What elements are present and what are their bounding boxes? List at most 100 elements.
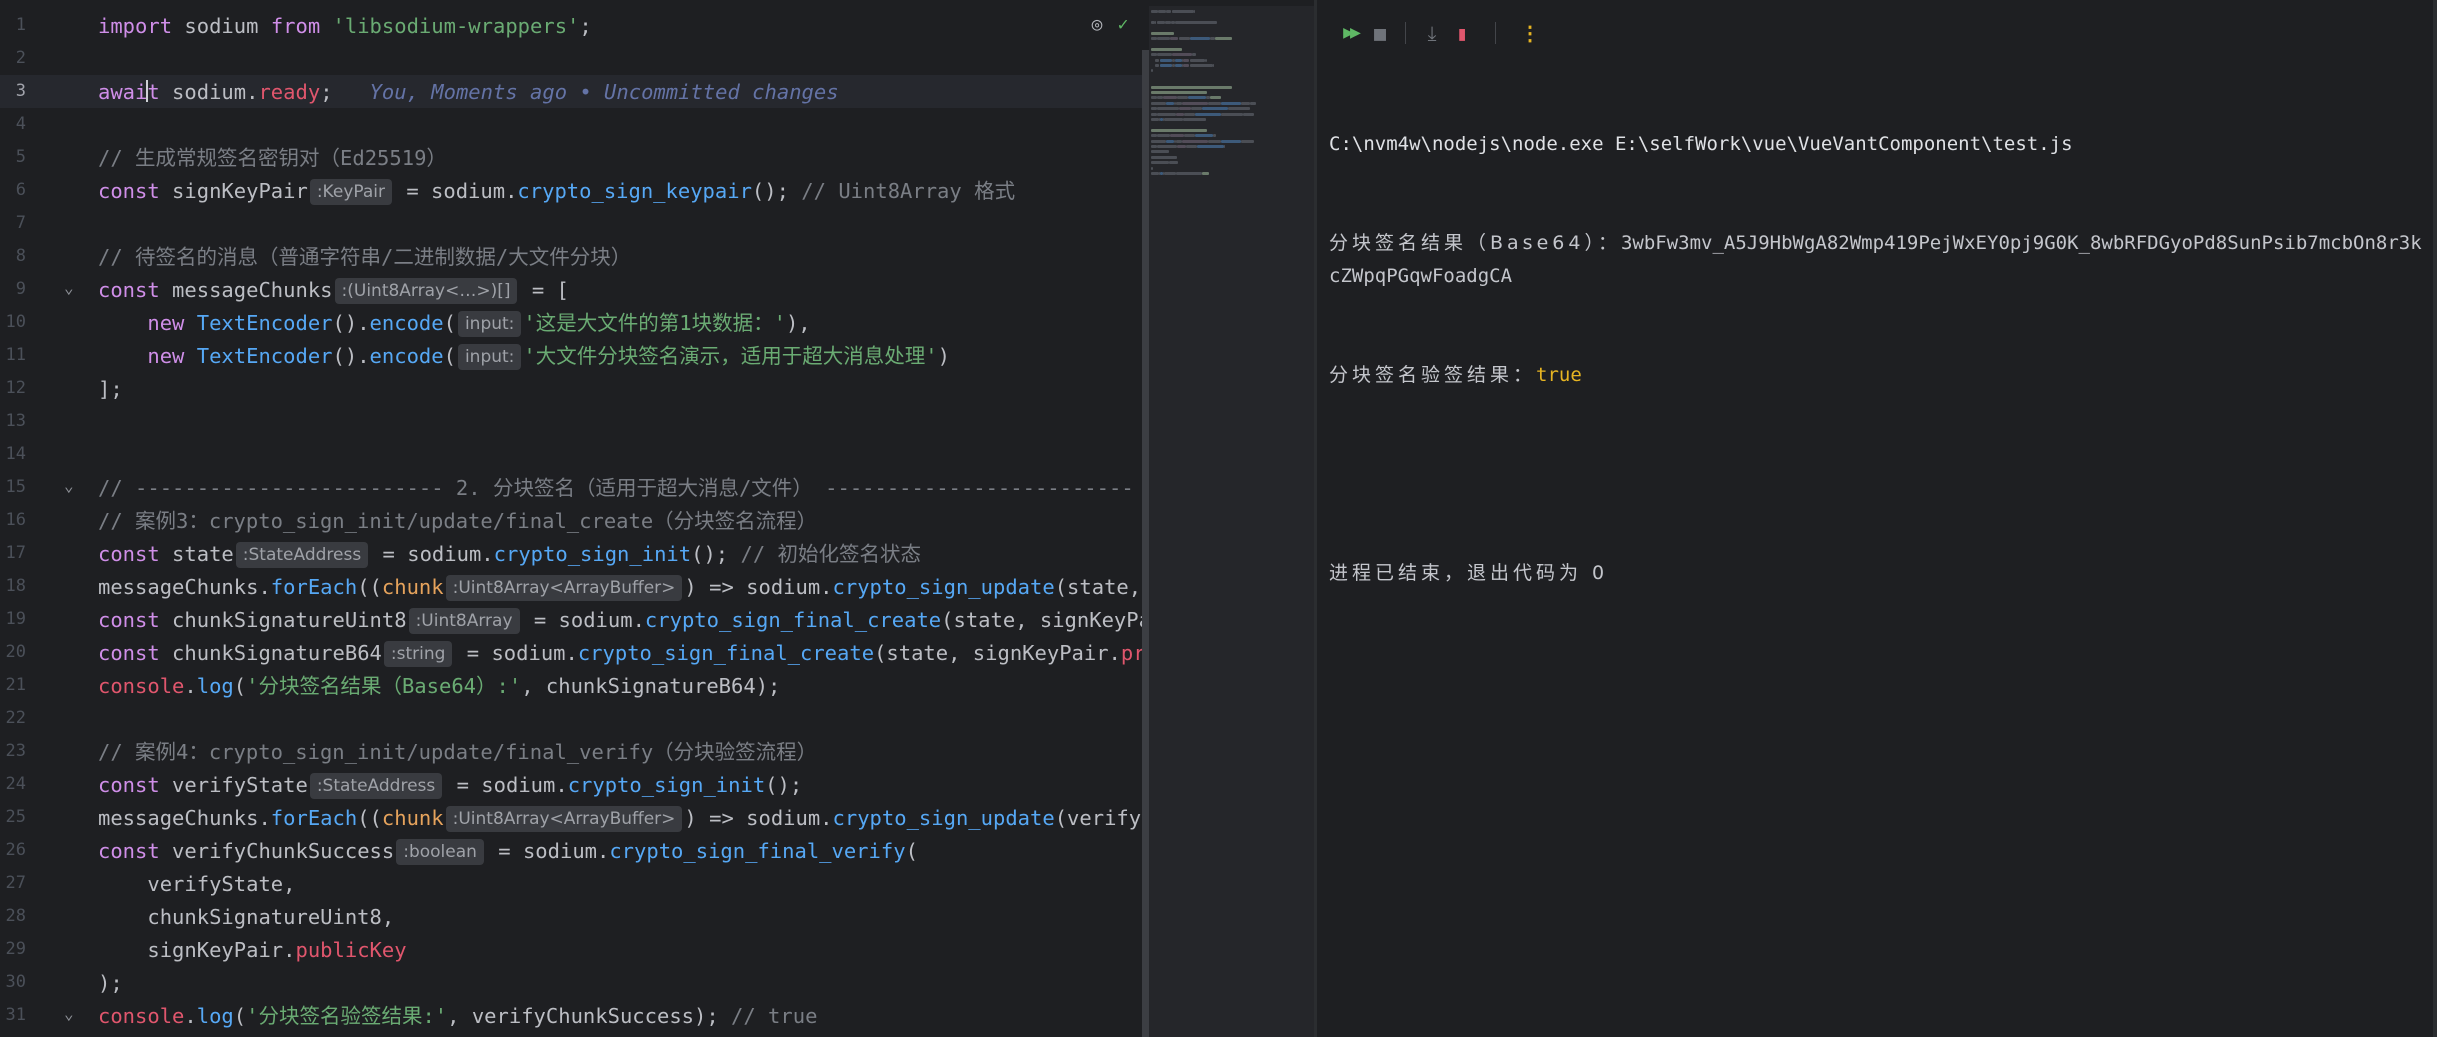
code-text[interactable]: // 案例4：crypto_sign_init/update/final_ver… <box>98 740 817 764</box>
code-line[interactable]: 19 const chunkSignatureUint8:Uint8Array =… <box>0 603 1188 636</box>
minimap-line <box>1243 112 1255 116</box>
code-token: t <box>147 80 160 104</box>
code-token: log <box>196 1004 234 1028</box>
minimap-line <box>1151 85 1233 89</box>
eye-slash-icon[interactable]: ◎ <box>1084 14 1110 35</box>
code-line[interactable]: 5 // 生成常规签名密钥对（Ed25519） <box>0 141 1146 174</box>
code-editor[interactable]: 1 import sodium from 'libsodium-wrappers'… <box>0 0 1314 1037</box>
line-number: 21 <box>5 675 26 695</box>
minimap-line <box>1190 107 1202 111</box>
line-number: 31 <box>5 1005 26 1025</box>
code-line[interactable]: 3 await sodium.ready; You, Moments ago • … <box>0 75 1146 108</box>
code-line[interactable]: 21 console.log('分块签名结果（Base64）:', chunkSi… <box>0 669 1146 702</box>
code-line[interactable]: 9 ⌄ const messageChunks:(Uint8Array<…>)[] … <box>0 273 1146 306</box>
minimap-line <box>1159 64 1172 67</box>
line-number: 16 <box>5 510 26 530</box>
code-text[interactable]: console.log('分块签名验签结果:', verifyChunkSucc… <box>98 1004 817 1028</box>
trash-icon[interactable]: ▮ <box>1447 18 1477 48</box>
code-token: // ------------------------- 2. 分块签名（适用于… <box>98 476 1134 500</box>
code-text[interactable]: // ------------------------- 2. 分块签名（适用于… <box>98 476 1134 500</box>
code-token: // true <box>731 1004 818 1028</box>
code-text[interactable]: new TextEncoder().encode(input: '这是大文件的第1… <box>98 311 811 337</box>
code-text[interactable]: const chunkSignatureB64:string = sodium.… <box>98 641 1244 667</box>
more-vertical-icon[interactable]: ⋮ <box>1515 18 1545 48</box>
fold-chevron-icon[interactable]: ⌄ <box>64 1004 74 1023</box>
code-text[interactable]: const chunkSignatureUint8:Uint8Array = s… <box>98 608 1188 634</box>
code-text[interactable]: const verifyState:StateAddress = sodium.… <box>98 773 802 799</box>
code-line[interactable]: 4 <box>0 108 1146 141</box>
stop-icon[interactable]: ■ <box>1365 18 1395 48</box>
inlay-hint: :string <box>383 641 453 667</box>
code-line[interactable]: 12]; <box>0 372 1146 405</box>
code-text[interactable]: await sodium.ready; You, Moments ago • U… <box>98 80 839 104</box>
code-line[interactable]: 30); <box>0 966 1146 999</box>
code-line[interactable]: 24 const verifyState:StateAddress = sodiu… <box>0 768 1146 801</box>
minimap-line <box>1175 64 1182 67</box>
code-token: ]; <box>98 377 123 401</box>
code-token: verifyState, <box>98 872 296 896</box>
code-line[interactable]: 16 // 案例3：crypto_sign_init/update/final_c… <box>0 504 1146 537</box>
code-line[interactable]: 27 verifyState, <box>0 867 1146 900</box>
scroll-to-end-icon[interactable]: ⤓ <box>1417 18 1447 48</box>
code-text[interactable]: messageChunks.forEach((chunk:Uint8Array<… <box>98 806 1203 832</box>
toolbar-separator <box>1495 22 1496 44</box>
code-token: = sodium. <box>394 179 518 203</box>
code-line[interactable]: 11 new TextEncoder().encode(input: '大文件分块… <box>0 339 1146 372</box>
line-number: 12 <box>5 378 26 398</box>
minimap-line <box>1151 91 1208 94</box>
code-line[interactable]: 23 // 案例4：crypto_sign_init/update/final_v… <box>0 735 1146 768</box>
code-line[interactable]: 13 <box>0 405 1146 438</box>
code-text[interactable]: chunkSignatureUint8, <box>98 905 394 929</box>
code-text[interactable]: verifyState, <box>98 872 295 896</box>
code-line[interactable]: 7 <box>0 207 1146 240</box>
code-line[interactable]: 29 signKeyPair.publicKey <box>0 933 1146 966</box>
code-text[interactable]: const messageChunks:(Uint8Array<…>)[] = … <box>98 278 569 304</box>
code-text[interactable]: // 生成常规签名密钥对（Ed25519） <box>98 146 447 170</box>
code-text[interactable]: // 待签名的消息（普通字符串/二进制数据/大文件分块） <box>98 245 631 269</box>
code-line[interactable]: 26 const verifyChunkSuccess:boolean = sod… <box>0 834 1146 867</box>
minimap-line <box>1221 101 1242 105</box>
code-line[interactable]: 2 <box>0 42 1146 75</box>
code-line[interactable]: 18 messageChunks.forEach((chunk:Uint8Arra… <box>0 570 1215 603</box>
minimap[interactable] <box>1149 6 1314 1037</box>
code-text[interactable]: signKeyPair.publicKey <box>98 938 406 962</box>
code-text[interactable]: const state:StateAddress = sodium.crypto… <box>98 542 921 568</box>
run-panel: ▶▶ ■ ⤓ ▮ ⋮ C:\nvm4w\nodejs\node.exe E:\s… <box>1317 0 2437 1037</box>
code-text[interactable]: import sodium from 'libsodium-wrappers'; <box>98 14 592 38</box>
code-line[interactable]: 15 ⌄ // ------------------------- 2. 分块签名（… <box>0 471 1146 504</box>
rerun-icon[interactable]: ▶▶ <box>1335 18 1365 48</box>
code-line[interactable]: 28 chunkSignatureUint8, <box>0 900 1146 933</box>
fold-chevron-icon[interactable]: ⌄ <box>64 476 74 495</box>
code-text[interactable]: const signKeyPair:KeyPair = sodium.crypt… <box>98 179 1015 205</box>
code-line[interactable]: 6 const signKeyPair:KeyPair = sodium.cryp… <box>0 174 1146 207</box>
code-line[interactable]: 22 <box>0 702 1146 735</box>
code-text[interactable]: ]; <box>98 377 123 401</box>
code-text[interactable]: messageChunks.forEach((chunk:Uint8Array<… <box>98 575 1215 601</box>
code-lines[interactable]: 1 import sodium from 'libsodium-wrappers'… <box>0 9 1244 1032</box>
console-output[interactable]: C:\nvm4w\nodejs\node.exe E:\selfWork\vue… <box>1329 62 2429 656</box>
git-blame-annotation: You, Moments ago • Uncommitted changes <box>369 80 839 104</box>
code-line[interactable]: 1 import sodium from 'libsodium-wrappers'… <box>0 9 1146 42</box>
code-line[interactable]: 31 ⌄ console.log('分块签名验签结果:', verifyChunkS… <box>0 999 1146 1032</box>
code-line[interactable]: 20 const chunkSignatureB64:string = sodiu… <box>0 636 1244 669</box>
code-line[interactable]: 10 new TextEncoder().encode(input: '这是大文件… <box>0 306 1146 339</box>
code-text[interactable]: const verifyChunkSuccess:boolean = sodiu… <box>98 839 918 865</box>
minimap-line <box>1182 64 1190 67</box>
code-line[interactable]: 14 <box>0 438 1146 471</box>
code-text[interactable]: ); <box>98 971 123 995</box>
fold-chevron-icon[interactable]: ⌄ <box>64 278 74 297</box>
code-line[interactable]: 17 const state:StateAddress = sodium.cryp… <box>0 537 1146 570</box>
code-token: encode <box>369 311 444 335</box>
editor-scrollbar[interactable] <box>1142 50 1149 1037</box>
code-token: '分块签名验签结果:' <box>246 1004 448 1028</box>
code-text[interactable]: console.log('分块签名结果（Base64）:', chunkSign… <box>98 674 780 698</box>
minimap-line <box>1204 58 1208 62</box>
code-token: '分块签名结果（Base64）:' <box>246 674 522 698</box>
code-text[interactable]: // 案例3：crypto_sign_init/update/final_cre… <box>98 509 817 533</box>
line-number: 17 <box>5 543 26 563</box>
minimap-line <box>1210 96 1222 100</box>
code-text[interactable]: new TextEncoder().encode(input: '大文件分块签名演… <box>98 344 950 370</box>
code-line[interactable]: 8 // 待签名的消息（普通字符串/二进制数据/大文件分块） <box>0 240 1146 273</box>
code-line[interactable]: 25 messageChunks.forEach((chunk:Uint8Arra… <box>0 801 1203 834</box>
line-number: 3 <box>15 81 26 101</box>
